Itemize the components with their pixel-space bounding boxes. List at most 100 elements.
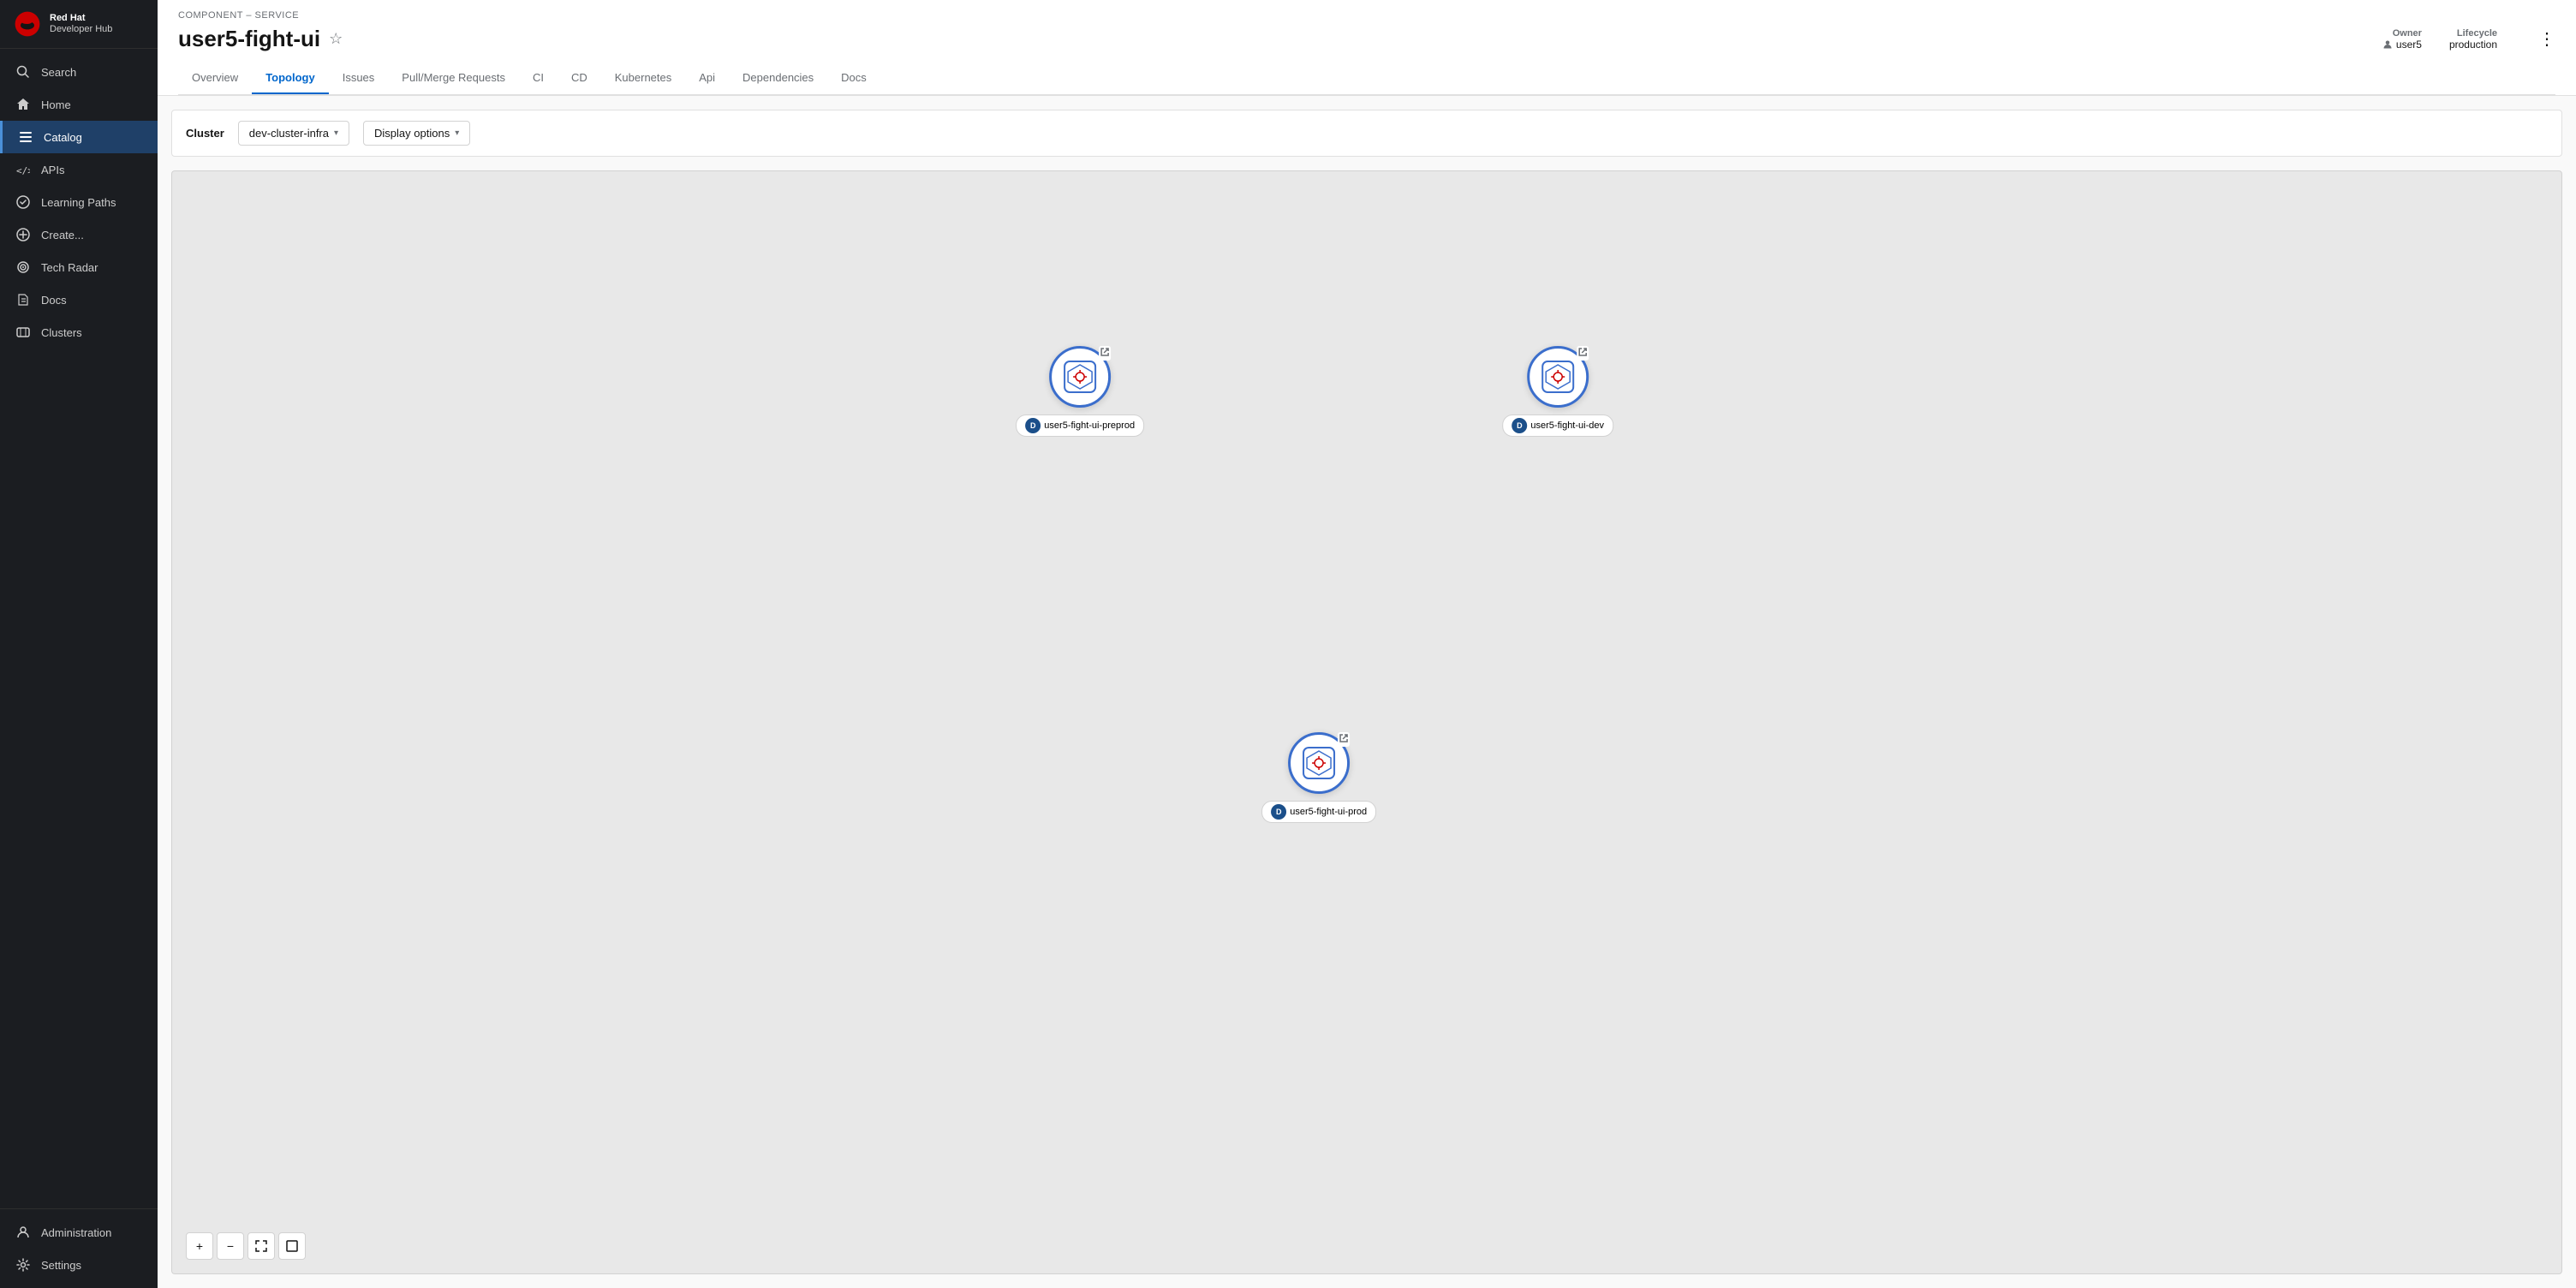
logo-text: Red Hat Developer Hub [50, 13, 112, 35]
zoom-out-button[interactable]: − [217, 1232, 244, 1260]
cluster-label: Cluster [186, 127, 224, 140]
logo-line1: Red Hat [50, 13, 112, 24]
sidebar-item-create[interactable]: Create... [0, 218, 158, 251]
user-icon [2382, 39, 2393, 50]
sidebar-item-settings[interactable]: Settings [0, 1249, 158, 1281]
display-options-chevron-icon: ▾ [455, 128, 459, 138]
topology-node-prod[interactable]: D user5-fight-ui-prod [1261, 732, 1376, 823]
tab-pull-merge[interactable]: Pull/Merge Requests [388, 63, 519, 94]
owner-value: user5 [2382, 39, 2422, 51]
learning-icon [15, 194, 31, 210]
sidebar-label-search: Search [41, 66, 76, 79]
sidebar-label-docs: Docs [41, 294, 67, 307]
node-label: D user5-fight-ui-dev [1502, 414, 1613, 437]
tab-issues[interactable]: Issues [329, 63, 389, 94]
node-icon-wrap [1527, 346, 1589, 408]
admin-icon [15, 1225, 31, 1240]
owner-meta: Owner user5 [2382, 28, 2422, 51]
sidebar-item-clusters[interactable]: Clusters [0, 316, 158, 349]
node-name-text: user5-fight-ui-preprod [1044, 420, 1135, 431]
tab-ci[interactable]: CI [519, 63, 558, 94]
sidebar-item-search[interactable]: Search [0, 56, 158, 88]
tab-docs[interactable]: Docs [827, 63, 880, 94]
sidebar: Red Hat Developer Hub Search Home Catalo… [0, 0, 158, 1288]
fullscreen-icon [286, 1240, 298, 1252]
sidebar-bottom: Administration Settings [0, 1208, 158, 1288]
search-icon [15, 64, 31, 80]
external-link-icon[interactable] [1099, 346, 1111, 361]
cluster-select[interactable]: dev-cluster-infra ▾ [238, 121, 349, 146]
topology-node-dev[interactable]: D user5-fight-ui-dev [1502, 346, 1613, 437]
page-title-row: user5-fight-ui ☆ Owner user5 Lifecycle p… [178, 26, 2555, 52]
tab-kubernetes[interactable]: Kubernetes [601, 63, 686, 94]
sidebar-label-apis: APIs [41, 164, 64, 176]
tab-overview[interactable]: Overview [178, 63, 252, 94]
home-icon [15, 97, 31, 112]
node-badge: D [1512, 418, 1527, 433]
tab-cd[interactable]: CD [558, 63, 601, 94]
create-icon [15, 227, 31, 242]
page-meta: Owner user5 Lifecycle production ⋮ [2382, 28, 2555, 51]
sidebar-item-apis[interactable]: </> APIs [0, 153, 158, 186]
radar-icon [15, 259, 31, 275]
display-options-label: Display options [374, 127, 450, 140]
sidebar-item-docs[interactable]: Docs [0, 283, 158, 316]
node-badge: D [1025, 418, 1041, 433]
external-link-icon[interactable] [1338, 732, 1350, 747]
sidebar-label-clusters: Clusters [41, 326, 82, 339]
cluster-value: dev-cluster-infra [249, 127, 329, 140]
sidebar-item-administration[interactable]: Administration [0, 1216, 158, 1249]
node-name-text: user5-fight-ui-dev [1530, 420, 1604, 431]
sidebar-item-catalog[interactable]: Catalog [0, 121, 158, 153]
cluster-chevron-icon: ▾ [334, 128, 338, 138]
external-link-icon[interactable] [1577, 346, 1589, 361]
node-backstage-icon [1300, 744, 1338, 782]
svg-text:</>: </> [16, 165, 30, 176]
main-content: COMPONENT – SERVICE user5-fight-ui ☆ Own… [158, 0, 2576, 1288]
fit-button[interactable] [247, 1232, 275, 1260]
topology-canvas: + − D user5 [171, 170, 2562, 1274]
node-name-text: user5-fight-ui-prod [1290, 807, 1367, 817]
sidebar-label-learning-paths: Learning Paths [41, 196, 116, 209]
tabs: OverviewTopologyIssuesPull/Merge Request… [178, 63, 2555, 95]
zoom-controls: + − [186, 1232, 306, 1260]
docs-icon [15, 292, 31, 307]
node-backstage-icon [1539, 358, 1577, 396]
sidebar-label-create: Create... [41, 229, 84, 242]
lifecycle-value: production [2449, 39, 2497, 51]
node-label: D user5-fight-ui-prod [1261, 801, 1376, 823]
sidebar-label-catalog: Catalog [44, 131, 82, 144]
owner-label: Owner [2393, 28, 2422, 39]
tab-topology[interactable]: Topology [252, 63, 329, 94]
sidebar-item-learning-paths[interactable]: Learning Paths [0, 186, 158, 218]
favorite-star-icon[interactable]: ☆ [329, 30, 343, 48]
fit-icon [255, 1240, 267, 1252]
redhat-logo-icon [14, 10, 41, 38]
page-title: user5-fight-ui ☆ [178, 26, 343, 52]
sidebar-item-home[interactable]: Home [0, 88, 158, 121]
more-options-icon[interactable]: ⋮ [2538, 28, 2555, 50]
node-badge: D [1271, 804, 1286, 820]
fullscreen-button[interactable] [278, 1232, 306, 1260]
sidebar-label-tech-radar: Tech Radar [41, 261, 98, 274]
topology-controls: Cluster dev-cluster-infra ▾ Display opti… [171, 110, 2562, 157]
topology-node-preprod[interactable]: D user5-fight-ui-preprod [1016, 346, 1144, 437]
clusters-icon [15, 325, 31, 340]
node-icon-wrap [1049, 346, 1111, 408]
node-label: D user5-fight-ui-preprod [1016, 414, 1144, 437]
sidebar-nav: Search Home Catalog </> APIs [0, 49, 158, 1208]
page-header: COMPONENT – SERVICE user5-fight-ui ☆ Own… [158, 0, 2576, 96]
tab-api[interactable]: Api [685, 63, 729, 94]
settings-icon [15, 1257, 31, 1273]
sidebar-label-administration: Administration [41, 1226, 111, 1239]
zoom-in-button[interactable]: + [186, 1232, 213, 1260]
lifecycle-label: Lifecycle [2457, 28, 2497, 39]
lifecycle-meta: Lifecycle production [2449, 28, 2497, 51]
sidebar-logo: Red Hat Developer Hub [0, 0, 158, 49]
tab-dependencies[interactable]: Dependencies [729, 63, 827, 94]
sidebar-item-tech-radar[interactable]: Tech Radar [0, 251, 158, 283]
sidebar-label-settings: Settings [41, 1259, 81, 1272]
display-options-button[interactable]: Display options ▾ [363, 121, 470, 146]
owner-value-text: user5 [2396, 39, 2422, 51]
component-name: user5-fight-ui [178, 26, 320, 52]
